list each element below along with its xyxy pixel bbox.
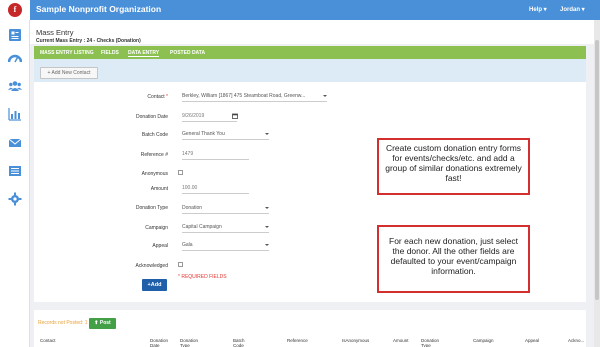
help-menu[interactable]: Help ▾: [529, 6, 547, 13]
acknowledged-checkbox[interactable]: [178, 262, 183, 267]
column-header[interactable]: Reference: [287, 338, 308, 343]
donation-type-label: Donation Type: [135, 205, 168, 211]
contact-label: Contact *: [147, 94, 168, 100]
unposted-records-panel: [34, 310, 586, 347]
donation-date-label: Donation Date: [136, 114, 168, 120]
tab-fields[interactable]: FIELDS: [101, 50, 119, 56]
mail-icon[interactable]: [8, 136, 22, 150]
column-header[interactable]: Donation Type: [180, 338, 202, 347]
tab-mass-entry-listing[interactable]: MASS ENTRY LISTING: [40, 50, 94, 56]
add-new-contact-button[interactable]: + Add New Contact: [40, 67, 98, 79]
list-icon[interactable]: [8, 164, 22, 178]
required-fields-note: * REQUIRED FIELDS: [178, 274, 227, 280]
column-header[interactable]: Contact: [40, 338, 56, 343]
logo-area: f: [0, 0, 30, 20]
appeal-label: Appeal: [152, 243, 168, 249]
contact-select[interactable]: Berkley, William [1867] 475 Steamboat Ro…: [182, 93, 327, 102]
campaign-label: Campaign: [145, 225, 168, 231]
app-title[interactable]: Sample Nonprofit Organization: [36, 4, 161, 14]
people-icon[interactable]: [8, 79, 22, 93]
column-header[interactable]: IsAnonymous: [342, 338, 369, 343]
chevron-down-icon: [265, 207, 269, 209]
donation-type-select[interactable]: Donation: [182, 205, 269, 214]
callout-select-donor: For each new donation, just select the d…: [377, 225, 530, 293]
settings-icon[interactable]: [8, 192, 22, 206]
user-menu[interactable]: Jordan ▾: [560, 6, 585, 13]
column-header[interactable]: Appeal: [525, 338, 539, 343]
reports-icon[interactable]: [8, 107, 22, 121]
column-header[interactable]: Amount: [393, 338, 409, 343]
anonymous-label: Anonymous: [141, 171, 168, 177]
post-button[interactable]: ⬆ Post: [89, 318, 116, 329]
anonymous-checkbox[interactable]: [178, 170, 183, 175]
amount-field[interactable]: 100.00: [182, 185, 249, 194]
campaign-select[interactable]: Capital Campaign: [182, 224, 269, 233]
callout-custom-forms: Create custom donation entry forms for e…: [377, 138, 530, 195]
sidebar: [0, 20, 30, 347]
page-subtitle: Current Mass Entry : 24 - Checks (Donati…: [36, 38, 141, 44]
chevron-down-icon: [323, 95, 327, 97]
acknowledged-label: Acknowledged: [135, 263, 168, 269]
logo[interactable]: f: [8, 3, 22, 17]
donation-date-field[interactable]: 9/26/2019: [182, 113, 237, 122]
add-donation-button[interactable]: +Add: [142, 279, 167, 291]
appeal-select[interactable]: Gala: [182, 242, 269, 251]
batch-code-label: Batch Code: [141, 132, 168, 138]
chevron-down-icon: [265, 226, 269, 228]
column-header[interactable]: Batch Code: [233, 338, 255, 347]
column-header[interactable]: Donation Type: [421, 338, 443, 347]
tab-posted-data[interactable]: POSTED DATA: [170, 50, 205, 56]
page-title: Mass Entry: [36, 28, 74, 37]
chevron-down-icon: [265, 133, 269, 135]
reference-label: Reference #: [140, 152, 168, 158]
amount-label: Amount: [150, 186, 168, 192]
records-not-posted-tab[interactable]: Records not Posted: 1: [38, 320, 87, 326]
home-icon[interactable]: [8, 28, 22, 42]
column-header[interactable]: Ackno...: [568, 338, 586, 343]
column-header[interactable]: Donation Date: [150, 338, 172, 347]
calendar-icon[interactable]: [232, 113, 238, 119]
chevron-down-icon: [265, 244, 269, 246]
scrollbar-thumb[interactable]: [595, 40, 599, 300]
toolbar: [34, 59, 586, 82]
tab-data-entry[interactable]: DATA ENTRY: [128, 50, 160, 57]
dashboard-icon[interactable]: [8, 52, 22, 66]
reference-field[interactable]: 1479: [182, 151, 249, 160]
batch-code-select[interactable]: General Thank You: [182, 131, 269, 140]
column-header[interactable]: Campaign: [473, 338, 494, 343]
